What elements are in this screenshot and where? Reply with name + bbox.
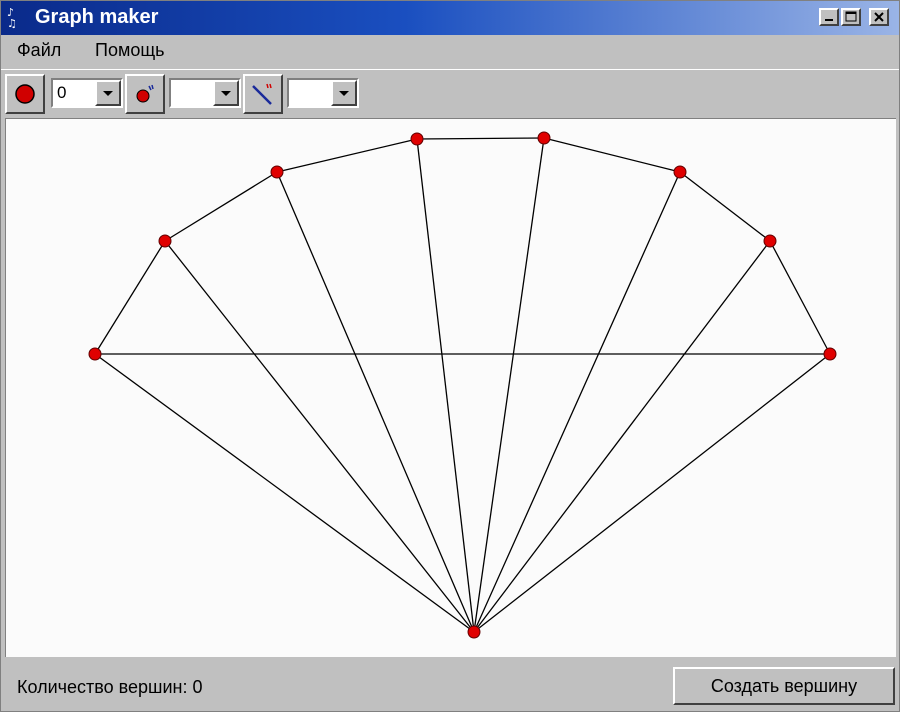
graph-edge-v7-v8[interactable] (769, 240, 831, 355)
graph-edge-v4-v5[interactable] (416, 137, 545, 140)
dropdown-button[interactable] (213, 80, 239, 106)
vertex-size-select[interactable]: 0 (51, 78, 123, 108)
diagonal-line-icon (252, 83, 272, 105)
graph-edge-v4-center[interactable] (416, 138, 475, 633)
maximize-button[interactable] (841, 8, 861, 26)
close-icon (874, 12, 884, 22)
chevron-down-icon (103, 91, 113, 96)
graph-edge-v2-v3[interactable] (164, 171, 278, 242)
graph-vertex-v2[interactable] (158, 234, 172, 248)
graph-vertex-v1[interactable] (88, 347, 102, 361)
graph-vertex-v4[interactable] (410, 132, 424, 146)
vertex-style-button[interactable] (125, 74, 165, 114)
menu-bar: Файл Помощь (1, 35, 899, 69)
graph-edge-v3-v4[interactable] (276, 138, 418, 173)
graph-edge-v3-center[interactable] (276, 171, 475, 633)
chevron-down-icon (221, 91, 231, 96)
graph-edge-v2-center[interactable] (164, 240, 475, 633)
graph-edge-v1-v2[interactable] (94, 240, 166, 355)
graph-edge-v5-v6[interactable] (543, 137, 681, 173)
graph-edge-v6-center[interactable] (473, 171, 681, 633)
vertex-count-label: Количество вершин: 0 (17, 677, 203, 697)
edge-tool-button[interactable] (243, 74, 283, 114)
graph-canvas[interactable] (5, 118, 896, 657)
app-icon: ♪ ♫ (7, 6, 17, 30)
graph-edge-v8-center[interactable] (473, 353, 831, 633)
toolbar: 0 (1, 69, 899, 118)
graph-edge-v1-center[interactable] (94, 353, 475, 633)
edge-color-select[interactable] (287, 78, 359, 108)
graph-vertex-v7[interactable] (763, 234, 777, 248)
graph-vertex-v6[interactable] (673, 165, 687, 179)
chevron-down-icon (339, 91, 349, 96)
menu-file[interactable]: Файл (17, 40, 61, 61)
graph-vertex-center[interactable] (467, 625, 481, 639)
close-button[interactable] (869, 8, 889, 26)
menu-help[interactable]: Помощь (95, 40, 165, 61)
vertex-tool-button[interactable] (5, 74, 45, 114)
create-vertex-button[interactable]: Создать вершину (673, 667, 895, 705)
graph-edge-v6-v7[interactable] (679, 171, 771, 242)
maximize-icon (845, 11, 857, 22)
graph-edge-v7-center[interactable] (473, 240, 771, 633)
app-window: ♪ ♫ Graph maker Файл Помощь 0 Количество… (0, 0, 900, 712)
graph-drawing[interactable] (6, 119, 896, 657)
title-bar[interactable]: ♪ ♫ Graph maker (1, 1, 899, 35)
graph-edge-v5-center[interactable] (473, 137, 545, 633)
graph-vertex-v5[interactable] (537, 131, 551, 145)
dropdown-button[interactable] (331, 80, 357, 106)
graph-vertex-v8[interactable] (823, 347, 837, 361)
minimize-button[interactable] (819, 8, 839, 26)
graph-vertex-v3[interactable] (270, 165, 284, 179)
minimize-icon (825, 19, 833, 21)
window-title: Graph maker (35, 6, 159, 28)
vertex-size-value: 0 (57, 83, 67, 102)
vertex-color-select[interactable] (169, 78, 241, 108)
dropdown-button[interactable] (95, 80, 121, 106)
red-dot-icon (15, 84, 35, 104)
dot-with-sparkle-icon (136, 84, 154, 103)
